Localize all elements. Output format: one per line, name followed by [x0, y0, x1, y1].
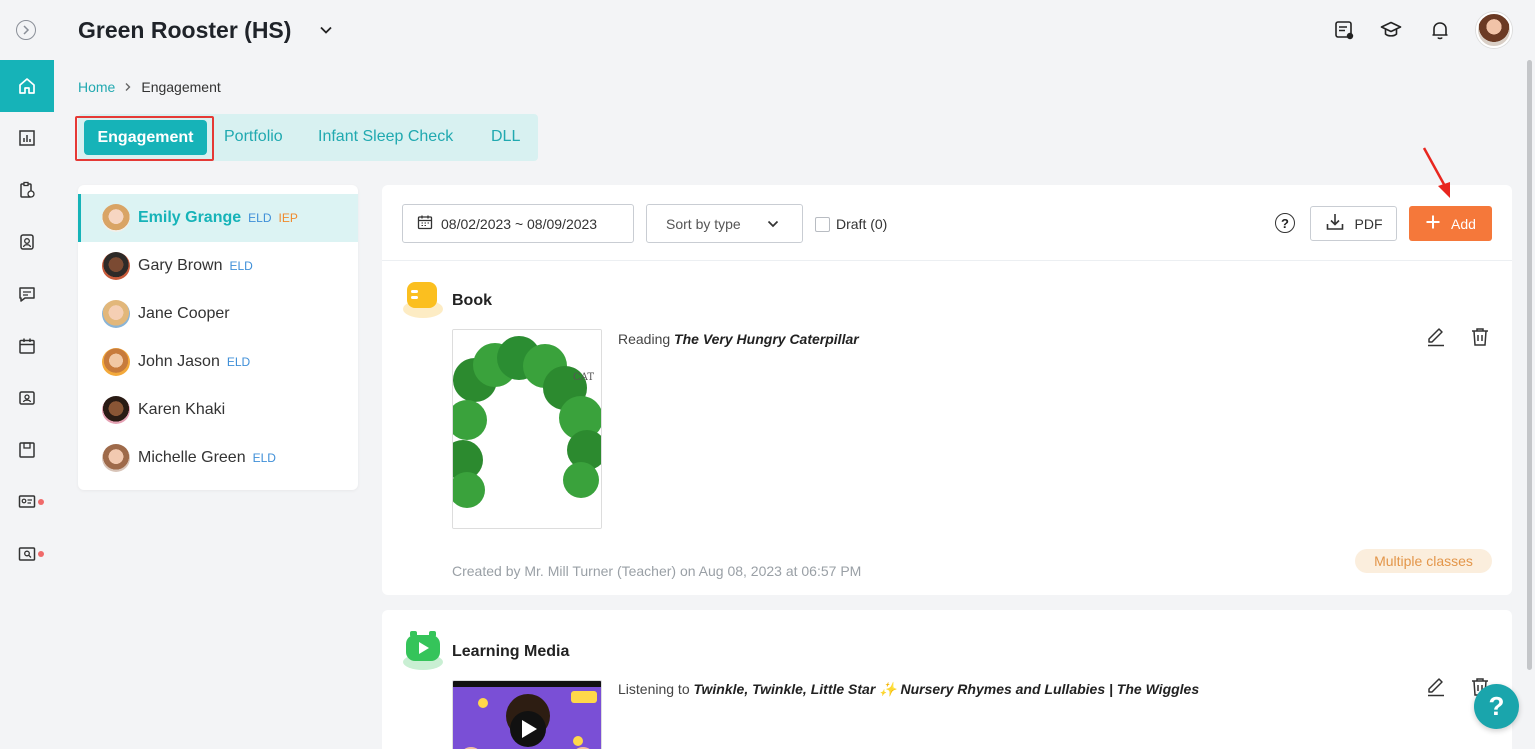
item-type-title: Learning Media	[452, 643, 570, 660]
calendar-icon[interactable]	[0, 320, 54, 372]
left-rail	[0, 0, 54, 749]
page-title: Green Rooster (HS)	[78, 17, 292, 43]
tab-dll[interactable]: DLL	[491, 128, 520, 146]
notification-dot	[38, 499, 44, 505]
svg-text:CAT: CAT	[573, 372, 594, 383]
help-icon[interactable]: ?	[1275, 213, 1295, 233]
video-thumbnail[interactable]	[452, 680, 602, 749]
student-item-michelle-green[interactable]: Michelle Green ELD	[78, 434, 358, 482]
tab-engagement[interactable]: Engagement	[84, 120, 207, 155]
book-cover-thumbnail[interactable]: CAT	[452, 329, 602, 529]
add-label: Add	[1451, 215, 1476, 232]
scrollbar[interactable]	[1527, 60, 1532, 670]
breadcrumb-current: Engagement	[141, 79, 221, 95]
contacts-icon[interactable]	[0, 216, 54, 268]
help-chat-button[interactable]: ?	[1474, 684, 1519, 729]
student-name: Emily Grange	[138, 209, 242, 226]
sort-select[interactable]: Sort by type	[646, 204, 803, 243]
breadcrumb: Home Engagement	[78, 79, 221, 95]
tab-infant-sleep-check[interactable]: Infant Sleep Check	[318, 128, 453, 146]
tab-bar: Engagement Portfolio Infant Sleep Check …	[78, 114, 538, 161]
edit-icon[interactable]	[1425, 326, 1447, 348]
chevron-down-icon[interactable]	[318, 22, 334, 43]
avatar	[102, 396, 130, 424]
student-list: Emily Grange ELD IEP Gary Brown ELD Jane…	[78, 185, 358, 490]
eld-tag: ELD	[252, 451, 276, 465]
clipboard-icon[interactable]	[0, 164, 54, 216]
download-icon	[1325, 212, 1345, 235]
draft-filter[interactable]: Draft (0)	[815, 216, 887, 232]
profile-search-icon[interactable]	[0, 528, 54, 580]
draft-label: Draft (0)	[836, 216, 888, 232]
learning-media-panel: Learning Media Listening to Twinkle, Twi…	[382, 610, 1512, 749]
student-name: Karen Khaki	[138, 401, 226, 418]
task-list-icon[interactable]	[1332, 18, 1356, 42]
date-range-value: 08/02/2023 ~ 08/09/2023	[441, 215, 598, 232]
avatar	[102, 444, 130, 472]
student-item-john-jason[interactable]: John Jason ELD	[78, 338, 358, 386]
item-description: Listening to Twinkle, Twinkle, Little St…	[618, 681, 1199, 698]
eld-tag: ELD	[226, 355, 251, 369]
add-button[interactable]: Add	[1409, 206, 1492, 241]
edit-icon[interactable]	[1425, 676, 1447, 698]
pdf-download-button[interactable]: PDF	[1310, 206, 1397, 241]
annotation-arrow	[1420, 146, 1456, 205]
home-icon[interactable]	[0, 60, 54, 112]
avatar	[102, 204, 130, 232]
student-item-gary-brown[interactable]: Gary Brown ELD	[78, 242, 358, 290]
avatar	[102, 252, 130, 280]
item-description: Reading The Very Hungry Caterpillar	[618, 331, 859, 347]
calendar-icon	[417, 214, 433, 233]
bell-icon[interactable]	[1428, 18, 1452, 42]
plus-icon	[1425, 214, 1441, 233]
toolbar: 08/02/2023 ~ 08/09/2023 Sort by type Dra…	[382, 185, 1512, 261]
activity-verb: Listening to	[618, 681, 690, 697]
avatar	[102, 348, 130, 376]
created-info: Created by Mr. Mill Turner (Teacher) on …	[452, 563, 862, 579]
user-avatar[interactable]	[1476, 12, 1512, 48]
multiple-classes-badge: Multiple classes	[1355, 549, 1492, 573]
student-item-karen-khaki[interactable]: Karen Khaki	[78, 386, 358, 434]
student-name: Michelle Green	[138, 449, 246, 466]
notification-dot	[38, 551, 44, 557]
breadcrumb-home[interactable]: Home	[78, 79, 115, 95]
media-icon	[402, 630, 443, 670]
expand-sidebar-icon[interactable]	[16, 20, 36, 40]
activity-title: The Very Hungry Caterpillar	[674, 331, 859, 347]
id-card-icon[interactable]	[0, 372, 54, 424]
book-icon	[402, 279, 443, 319]
eld-tag: ELD	[229, 259, 253, 273]
student-name: John Jason	[138, 353, 220, 370]
iep-tag: IEP	[278, 211, 298, 225]
chat-icon[interactable]	[0, 268, 54, 320]
chevron-down-icon	[766, 217, 780, 234]
student-name: Gary Brown	[138, 257, 223, 274]
presentation-icon[interactable]	[0, 476, 54, 528]
item-type-title: Book	[452, 292, 492, 309]
activity-verb: Reading	[618, 331, 671, 347]
sort-select-value: Sort by type	[666, 215, 741, 232]
pdf-label: PDF	[1354, 215, 1383, 232]
student-name: Jane Cooper	[138, 305, 230, 322]
eld-tag: ELD	[248, 211, 272, 225]
student-item-emily-grange[interactable]: Emily Grange ELD IEP	[78, 194, 358, 242]
student-item-jane-cooper[interactable]: Jane Cooper	[78, 290, 358, 338]
engagement-panel: 08/02/2023 ~ 08/09/2023 Sort by type Dra…	[382, 185, 1512, 595]
save-icon[interactable]	[0, 424, 54, 476]
graduation-cap-icon[interactable]	[1379, 18, 1403, 42]
chevron-right-icon	[123, 79, 133, 95]
draft-checkbox[interactable]	[815, 216, 830, 232]
delete-icon[interactable]	[1469, 326, 1491, 348]
date-range-picker[interactable]: 08/02/2023 ~ 08/09/2023	[402, 204, 634, 243]
avatar	[102, 300, 130, 328]
activity-title: Twinkle, Twinkle, Little Star ✨ Nursery …	[693, 681, 1200, 697]
reports-icon[interactable]	[0, 112, 54, 164]
tab-portfolio[interactable]: Portfolio	[224, 128, 283, 146]
